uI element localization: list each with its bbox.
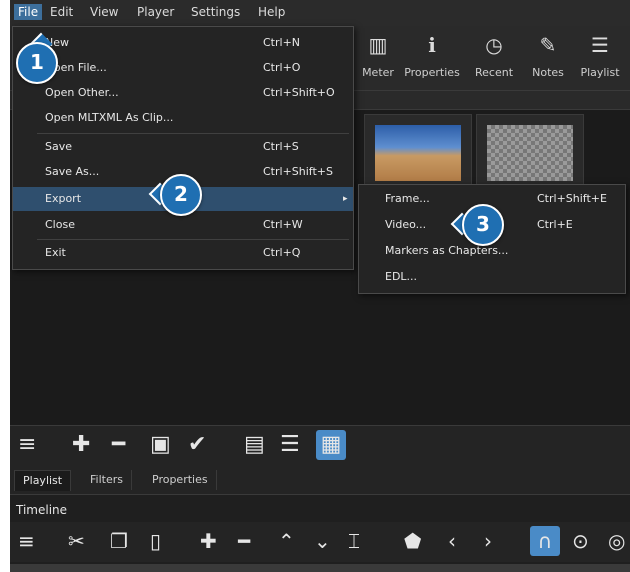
- playlist-clip-thumbnail[interactable]: [476, 114, 584, 192]
- dock-tabs: Playlist Filters Properties: [10, 466, 630, 495]
- menu-item-label: Frame...: [385, 192, 430, 205]
- clock-icon: ◷: [485, 33, 503, 57]
- toolbar-notes-label: Notes: [532, 66, 564, 79]
- menu-view[interactable]: View: [90, 5, 118, 19]
- details-view-icon[interactable]: ▤: [244, 430, 265, 460]
- menu-item-shortcut: Ctrl+Shift+E: [537, 192, 607, 205]
- timeline-title: Timeline: [16, 503, 68, 517]
- copy-icon[interactable]: ❐: [110, 526, 128, 556]
- menu-item-label: Save: [45, 140, 73, 153]
- menu-settings[interactable]: Settings: [191, 5, 240, 19]
- menu-item-label: Close: [45, 218, 75, 231]
- check-icon[interactable]: ✔: [188, 430, 206, 460]
- menu-item-open-mltxml[interactable]: Open MLTXML As Clip...: [13, 106, 353, 130]
- step-badge-3: 3: [462, 204, 504, 246]
- menu-item-close[interactable]: Close Ctrl+W: [13, 213, 353, 237]
- toolbar-properties-button[interactable]: i Properties: [404, 32, 460, 79]
- menu-item-shortcut: Ctrl+S: [263, 140, 299, 153]
- menu-bar: File Edit View Player Settings Help: [10, 0, 630, 27]
- menu-item-label: Open Other...: [45, 86, 119, 99]
- playlist-clip-thumbnail[interactable]: [364, 114, 472, 192]
- remove-icon[interactable]: ━: [112, 430, 125, 460]
- tab-playlist[interactable]: Playlist: [14, 470, 72, 491]
- timeline-toolbar: ≡ ✂ ❐ ▯ ✚ ━ ⌃ ⌄ ⌶ ⬟ ‹ › ∩ ⊙ ◎: [10, 522, 630, 562]
- split-icon[interactable]: ⌶: [348, 526, 360, 556]
- step-badge-2: 2: [160, 174, 202, 216]
- timeline-menu-icon[interactable]: ≡: [18, 526, 35, 556]
- toolbar-recent-label: Recent: [474, 66, 514, 79]
- update-icon[interactable]: ▣: [150, 430, 171, 460]
- menu-edit[interactable]: Edit: [50, 5, 73, 19]
- menu-separator: [37, 133, 349, 134]
- meter-icon: ▥: [368, 33, 388, 57]
- scrub-icon[interactable]: ⊙: [572, 526, 589, 556]
- menu-help[interactable]: Help: [258, 5, 285, 19]
- toolbar-notes-button[interactable]: ✎ Notes: [520, 32, 576, 79]
- previous-marker-icon[interactable]: ‹: [448, 526, 456, 556]
- menu-item-label: Video...: [385, 218, 427, 231]
- menu-icon[interactable]: ≡: [18, 430, 36, 460]
- toolbar-playlist-button[interactable]: ☰ Playlist: [572, 32, 628, 79]
- lift-icon[interactable]: ⌃: [278, 526, 295, 556]
- menu-separator: [37, 239, 349, 240]
- menu-item-open-file[interactable]: Open File... Ctrl+O: [13, 56, 353, 80]
- add-icon[interactable]: ✚: [72, 430, 90, 460]
- menu-item-label: EDL...: [385, 270, 418, 283]
- shotcut-window: File Edit View Player Settings Help ▥ Me…: [10, 0, 630, 572]
- menu-item-open-other[interactable]: Open Other... Ctrl+Shift+O: [13, 81, 353, 105]
- menu-item-exit[interactable]: Exit Ctrl+Q: [13, 241, 353, 265]
- menu-item-label: Open MLTXML As Clip...: [45, 111, 174, 124]
- menu-item-shortcut: Ctrl+E: [537, 218, 573, 231]
- menu-item-shortcut: Ctrl+Shift+S: [263, 165, 333, 178]
- menu-player[interactable]: Player: [137, 5, 174, 19]
- remove-icon[interactable]: ━: [238, 526, 250, 556]
- menu-item-new[interactable]: New Ctrl+N: [13, 31, 353, 55]
- menu-item-shortcut: Ctrl+Shift+O: [263, 86, 335, 99]
- append-icon[interactable]: ✚: [200, 526, 217, 556]
- menu-item-shortcut: Ctrl+O: [263, 61, 301, 74]
- next-marker-icon[interactable]: ›: [484, 526, 492, 556]
- toolbar-properties-label: Properties: [404, 66, 460, 79]
- menu-item-shortcut: Ctrl+Q: [263, 246, 301, 259]
- submenu-arrow-icon: ▸: [343, 194, 348, 204]
- file-menu: New Ctrl+N Open File... Ctrl+O Open Othe…: [12, 26, 354, 270]
- toolbar-meter-button[interactable]: ▥ Meter: [350, 32, 406, 79]
- paste-icon[interactable]: ▯: [150, 526, 161, 556]
- timeline-ruler: [10, 564, 630, 572]
- info-icon: i: [428, 33, 436, 57]
- toolbar-playlist-label: Playlist: [580, 66, 620, 79]
- grid-view-icon[interactable]: ▦: [316, 430, 346, 460]
- overwrite-icon[interactable]: ⌄: [314, 526, 331, 556]
- menu-file[interactable]: File: [14, 4, 43, 20]
- notes-icon: ✎: [539, 33, 557, 57]
- cut-icon[interactable]: ✂: [68, 526, 85, 556]
- toolbar-recent-button[interactable]: ◷ Recent: [466, 32, 522, 79]
- menu-item-label: Save As...: [45, 165, 100, 178]
- menu-item-label: Exit: [45, 246, 66, 259]
- menu-item-shortcut: Ctrl+W: [263, 218, 303, 231]
- menu-item-save[interactable]: Save Ctrl+S: [13, 135, 353, 159]
- toolbar-meter-label: Meter: [362, 66, 394, 79]
- menu-item-shortcut: Ctrl+N: [263, 36, 301, 49]
- menu-item-label: Export: [45, 192, 82, 205]
- menu-item-export-edl[interactable]: EDL...: [359, 265, 625, 289]
- tab-properties[interactable]: Properties: [144, 470, 217, 490]
- marker-icon[interactable]: ⬟: [404, 526, 421, 556]
- playlist-toolbar: ≡ ✚ ━ ▣ ✔ ▤ ☰ ▦: [10, 425, 630, 466]
- list-icon: ☰: [591, 33, 609, 57]
- list-view-icon[interactable]: ☰: [280, 430, 300, 460]
- snap-icon[interactable]: ∩: [530, 526, 560, 556]
- step-badge-1: 1: [16, 42, 58, 84]
- clip-image: [487, 125, 573, 181]
- tab-filters[interactable]: Filters: [82, 470, 132, 490]
- ripple-icon[interactable]: ◎: [608, 526, 625, 556]
- clip-image: [375, 125, 461, 181]
